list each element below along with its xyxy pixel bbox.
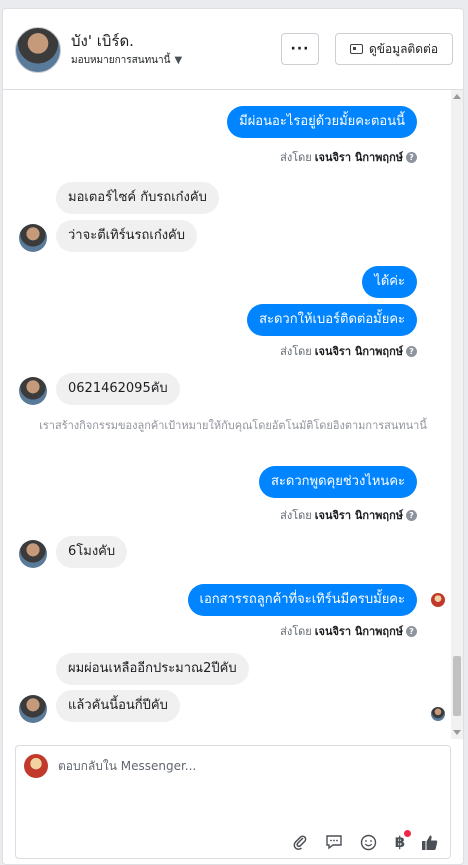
- help-icon[interactable]: ?: [406, 509, 417, 521]
- customer-avatar-small: [19, 224, 47, 252]
- help-icon[interactable]: ?: [406, 151, 417, 163]
- reply-composer: ฿: [15, 745, 451, 859]
- scroll-thumb[interactable]: [453, 656, 461, 716]
- message-incoming: มอเตอร์ไซค์ กับรถเก๋งคับ: [56, 182, 219, 214]
- customer-avatar-small: [19, 695, 47, 723]
- assign-conversation-dropdown[interactable]: มอบหมายการสนทนานี้ ▼: [71, 53, 182, 68]
- message-outgoing: ได้ค่ะ: [362, 266, 417, 298]
- scroll-down-arrow-icon[interactable]: [453, 730, 461, 735]
- sent-by-label: ส่งโดย เจนจิรา นิกาพฤกษ์ ?: [280, 342, 417, 360]
- notification-dot: [404, 830, 411, 837]
- thumbs-up-icon[interactable]: [420, 832, 440, 852]
- chat-bubble-icon[interactable]: [324, 832, 344, 852]
- customer-avatar-small: [19, 377, 47, 405]
- sent-by-prefix: ส่งโดย: [280, 509, 312, 522]
- message-thread[interactable]: มีผ่อนอะไรอยู่ด้วยมั้ยคะตอนนี้ ส่งโดย เจ…: [3, 90, 463, 739]
- page-avatar: [24, 754, 48, 778]
- seen-indicator-avatar: [431, 707, 445, 721]
- sent-by-label: ส่งโดย เจนจิรา นิกาพฤกษ์ ?: [280, 506, 417, 524]
- message-incoming: แล้วคันนี้อนกี่ปีคับ: [56, 690, 180, 722]
- sent-by-prefix: ส่งโดย: [280, 151, 312, 164]
- thread-scrollbar[interactable]: [451, 90, 463, 739]
- scroll-up-arrow-icon[interactable]: [453, 94, 461, 99]
- view-contact-label: ดูข้อมูลติดต่อ: [368, 41, 439, 56]
- contact-card-icon: [349, 44, 363, 54]
- message-incoming: ผมผ่อนเหลืออีกประมาณ2ปีคับ: [56, 653, 249, 685]
- sender-name: เจนจิรา นิกาพฤกษ์: [314, 345, 403, 358]
- seen-indicator-avatar: [431, 593, 445, 607]
- smiley-icon[interactable]: [358, 832, 378, 852]
- conversation-panel: บัง' เบิร์ด. มอบหมายการสนทนานี้ ▼ ··· ดู…: [2, 8, 464, 865]
- caret-down-icon: ▼: [174, 55, 183, 66]
- help-icon[interactable]: ?: [406, 625, 417, 637]
- message-incoming: ว่าจะตีเทิร์นรถเก๋งคับ: [56, 220, 197, 252]
- sender-name: เจนจิรา นิกาพฤกษ์: [314, 625, 403, 638]
- customer-avatar[interactable]: [15, 27, 61, 73]
- sent-by-label: ส่งโดย เจนจิรา นิกาพฤกษ์ ?: [280, 148, 417, 166]
- paperclip-icon[interactable]: [290, 832, 310, 852]
- sender-name: เจนจิรา นิกาพฤกษ์: [314, 151, 403, 164]
- more-label: ···: [290, 41, 310, 57]
- sent-by-label: ส่งโดย เจนจิรา นิกาพฤกษ์ ?: [280, 622, 417, 640]
- customer-name[interactable]: บัง' เบิร์ด.: [71, 29, 134, 53]
- conversation-header: บัง' เบิร์ด. มอบหมายการสนทนานี้ ▼ ··· ดู…: [3, 9, 463, 90]
- more-options-button[interactable]: ···: [281, 33, 319, 65]
- sender-name: เจนจิรา นิกาพฤกษ์: [314, 509, 403, 522]
- baht-icon[interactable]: ฿: [390, 830, 411, 852]
- message-outgoing: เอกสารรถลูกค้าที่จะเทิร์นมีครบมั้ยคะ: [187, 584, 417, 616]
- sent-by-prefix: ส่งโดย: [280, 625, 312, 638]
- reply-input[interactable]: [58, 756, 438, 776]
- customer-avatar-small: [19, 540, 47, 568]
- message-outgoing: สะดวกให้เบอร์ติดต่อมั้ยคะ: [247, 304, 417, 336]
- view-contact-button[interactable]: ดูข้อมูลติดต่อ: [335, 33, 453, 65]
- message-outgoing: สะดวกพูดคุยช่วงไหนคะ: [259, 466, 417, 498]
- sent-by-prefix: ส่งโดย: [280, 345, 312, 358]
- message-incoming: 0621462095คับ: [56, 373, 180, 405]
- message-outgoing: มีผ่อนอะไรอยู่ด้วยมั้ยคะตอนนี้: [227, 106, 417, 138]
- assign-label: มอบหมายการสนทนานี้: [71, 55, 171, 66]
- system-notice: เราสร้างกิจกรรมของลูกค้าเป้าหมายให้กับคุ…: [39, 419, 427, 432]
- message-incoming: 6โมงคับ: [56, 536, 128, 568]
- help-icon[interactable]: ?: [406, 345, 417, 357]
